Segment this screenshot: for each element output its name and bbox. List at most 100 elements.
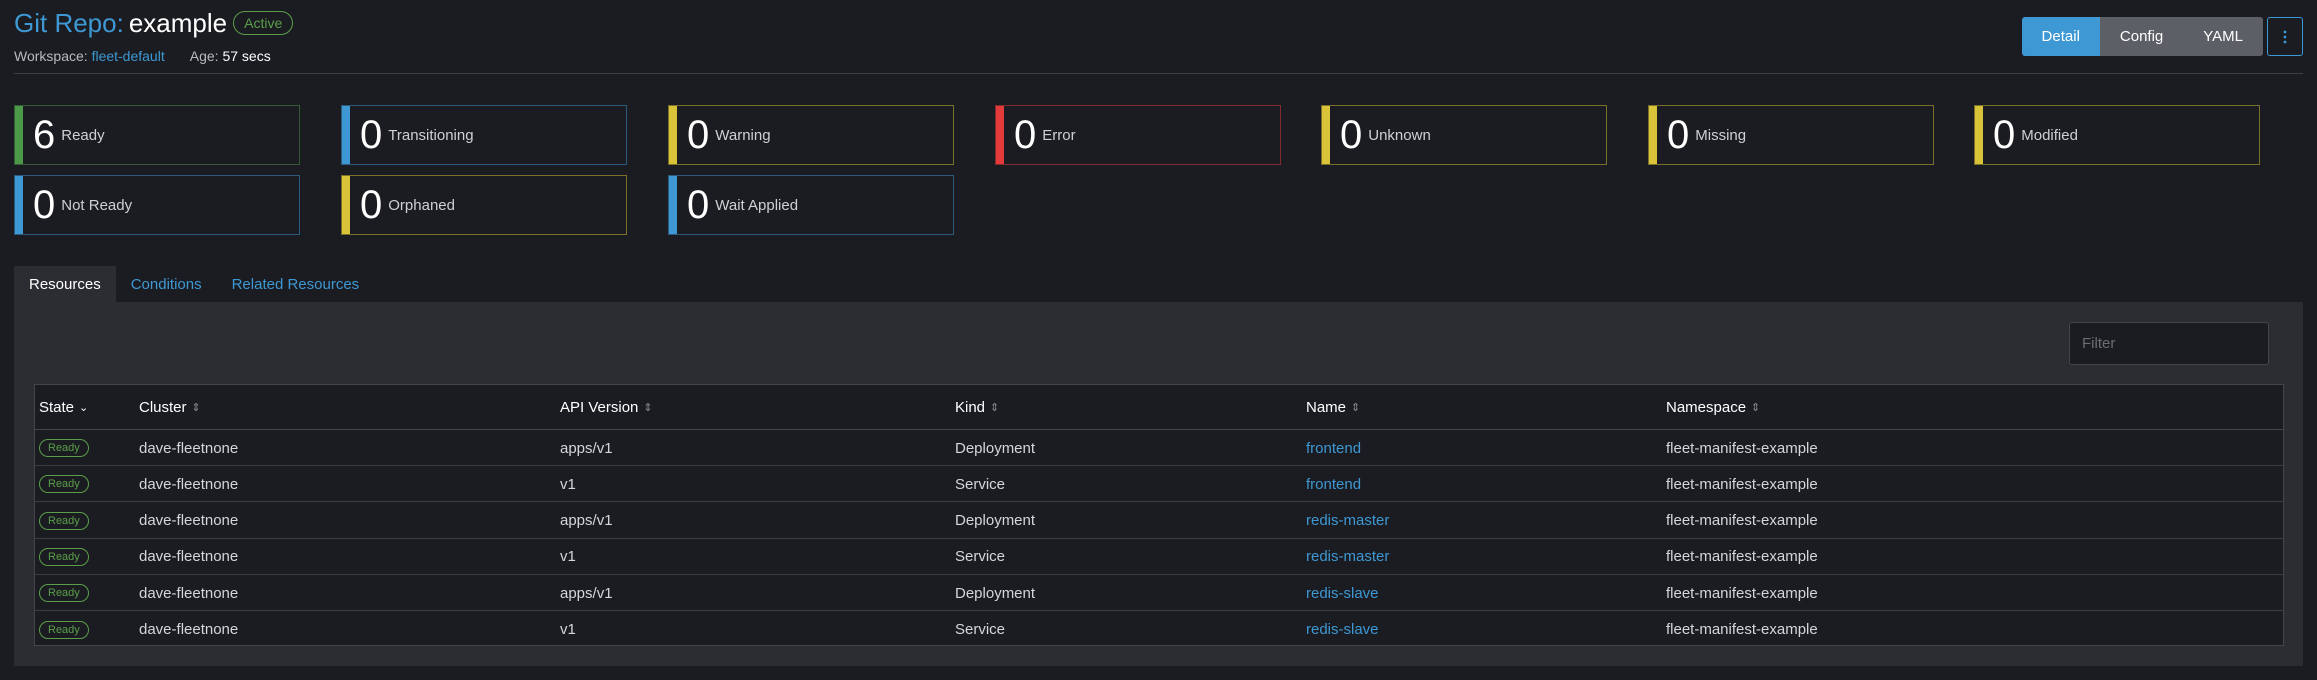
resources-table: State ⌄ Cluster ⇕ API Version ⇕ Kind ⇕ N… [34, 384, 2284, 646]
sort-icon: ⇕ [191, 401, 201, 414]
cluster-cell: dave-fleetnone [139, 539, 238, 575]
api-version-cell: apps/v1 [560, 503, 613, 539]
kind-cell-text: Service [955, 548, 1006, 566]
tab-conditions[interactable]: Conditions [116, 266, 217, 302]
sort-icon: ⇕ [990, 401, 1000, 414]
api-version-cell: apps/v1 [560, 430, 613, 466]
api-version-cell-text: v1 [560, 475, 576, 493]
sort-icon: ⇕ [643, 401, 653, 414]
namespace-cell: fleet-manifest-example [1666, 466, 1818, 502]
column-header-label: Cluster [139, 398, 187, 416]
table-row: Ready dave-fleetnone apps/v1 Deployment fron… [35, 430, 2283, 466]
status-tile-modified: 0 Modified [1974, 105, 2260, 165]
namespace-cell-text: fleet-manifest-example [1666, 439, 1818, 457]
more-actions-button[interactable] [2267, 17, 2303, 56]
namespace-cell-text: fleet-manifest-example [1666, 621, 1818, 638]
state-cell: Ready [39, 575, 89, 611]
page-title: example [128, 7, 228, 38]
namespace-cell: fleet-manifest-example [1666, 575, 1818, 611]
name-cell: redis-master [1306, 539, 1389, 575]
cluster-cell: dave-fleetnone [139, 430, 238, 466]
status-tile-missing: 0 Missing [1648, 105, 1934, 165]
status-count: 0 [687, 113, 710, 157]
status-label: Wait Applied [715, 196, 799, 214]
cluster-cell-text: dave-fleetnone [139, 621, 239, 638]
detail-button[interactable]: Detail [2021, 17, 2100, 56]
kind-cell-text: Deployment [955, 439, 1036, 457]
namespace-cell-text: fleet-manifest-example [1666, 548, 1818, 566]
meta-row: Workspace: fleet-default Age: 57 secs [14, 48, 2303, 64]
view-toggle: Detail Config YAML [2021, 17, 2263, 56]
column-header-label: API Version [560, 398, 639, 416]
age-value: 57 secs [222, 48, 271, 64]
status-label: Not Ready [61, 196, 133, 214]
api-version-cell: v1 [560, 539, 576, 575]
table-row: Ready dave-fleetnone apps/v1 Deployment redi… [35, 503, 2283, 539]
resource-name-link[interactable]: redis-master [1306, 512, 1389, 529]
status-badge: Active [233, 11, 294, 35]
cluster-cell-text: dave-fleetnone [139, 584, 239, 602]
column-header-cluster[interactable]: Cluster ⇕ [139, 399, 201, 416]
status-tile-wait-applied: 0 Wait Applied [668, 175, 954, 235]
api-version-cell-text: apps/v1 [560, 584, 613, 602]
cluster-cell-text: dave-fleetnone [139, 548, 239, 566]
status-label: Ready [61, 126, 105, 144]
status-label: Transitioning [388, 126, 474, 144]
tab-related-resources[interactable]: Related Resources [217, 266, 375, 302]
config-button[interactable]: Config [2099, 17, 2184, 56]
kind-cell: Deployment [955, 575, 1035, 611]
title-row: Git Repo: example Active [14, 8, 2303, 38]
cluster-cell-text: dave-fleetnone [139, 512, 239, 530]
api-version-cell: v1 [560, 612, 576, 648]
git-repo-link[interactable]: Git Repo: [14, 8, 124, 39]
status-count: 0 [360, 113, 383, 157]
api-version-cell-text: apps/v1 [560, 439, 613, 457]
yaml-button[interactable]: YAML [2183, 17, 2263, 56]
status-count: 0 [1993, 113, 2016, 157]
filter-input[interactable] [2069, 322, 2269, 365]
status-color-bar [669, 176, 677, 234]
workspace-link[interactable]: fleet-default [92, 48, 165, 64]
name-cell: redis-master [1306, 503, 1389, 539]
status-tile-transitioning: 0 Transitioning [341, 105, 627, 165]
status-label: Unknown [1368, 126, 1431, 144]
table-row: Ready dave-fleetnone v1 Service frontend flee… [35, 466, 2283, 503]
column-header-namespace[interactable]: Namespace ⇕ [1666, 399, 1760, 416]
namespace-cell-text: fleet-manifest-example [1666, 475, 1818, 493]
namespace-cell: fleet-manifest-example [1666, 539, 1818, 575]
tab-bar: Resources Conditions Related Resources [14, 266, 374, 302]
status-tile-error: 0 Error [995, 105, 1281, 165]
status-label: Warning [715, 126, 771, 144]
column-header-label: State [39, 398, 75, 416]
column-header-api-version[interactable]: API Version ⇕ [560, 399, 653, 416]
kind-cell: Service [955, 612, 1005, 648]
status-count: 0 [1667, 113, 1690, 157]
status-color-bar [15, 106, 23, 164]
status-count: 0 [1014, 113, 1037, 157]
column-header-state[interactable]: State ⌄ [39, 399, 88, 416]
resource-name-link[interactable]: redis-master [1306, 548, 1389, 565]
status-color-bar [15, 176, 23, 234]
resource-name-link[interactable]: frontend [1306, 440, 1361, 457]
tab-resources[interactable]: Resources [14, 266, 116, 302]
resource-name-link[interactable]: redis-slave [1306, 585, 1379, 602]
column-header-kind[interactable]: Kind ⇕ [955, 399, 999, 416]
status-count: 6 [33, 113, 56, 157]
status-color-bar [342, 176, 350, 234]
cluster-cell: dave-fleetnone [139, 466, 238, 502]
status-color-bar [1649, 106, 1657, 164]
status-tile-ready: 6 Ready [14, 105, 300, 165]
status-color-bar [669, 106, 677, 164]
column-header-name[interactable]: Name ⇕ [1306, 399, 1360, 416]
resources-panel: State ⌄ Cluster ⇕ API Version ⇕ Kind ⇕ N… [14, 302, 2303, 666]
status-color-bar [1322, 106, 1330, 164]
status-count: 0 [687, 183, 710, 227]
workspace-label: Workspace: [14, 48, 88, 64]
status-label: Error [1042, 126, 1076, 144]
kind-cell: Deployment [955, 503, 1035, 539]
resource-name-link[interactable]: frontend [1306, 476, 1361, 493]
status-count: 0 [360, 183, 383, 227]
api-version-cell: apps/v1 [560, 575, 613, 611]
state-badge: Ready [39, 584, 89, 603]
resource-name-link[interactable]: redis-slave [1306, 621, 1379, 638]
